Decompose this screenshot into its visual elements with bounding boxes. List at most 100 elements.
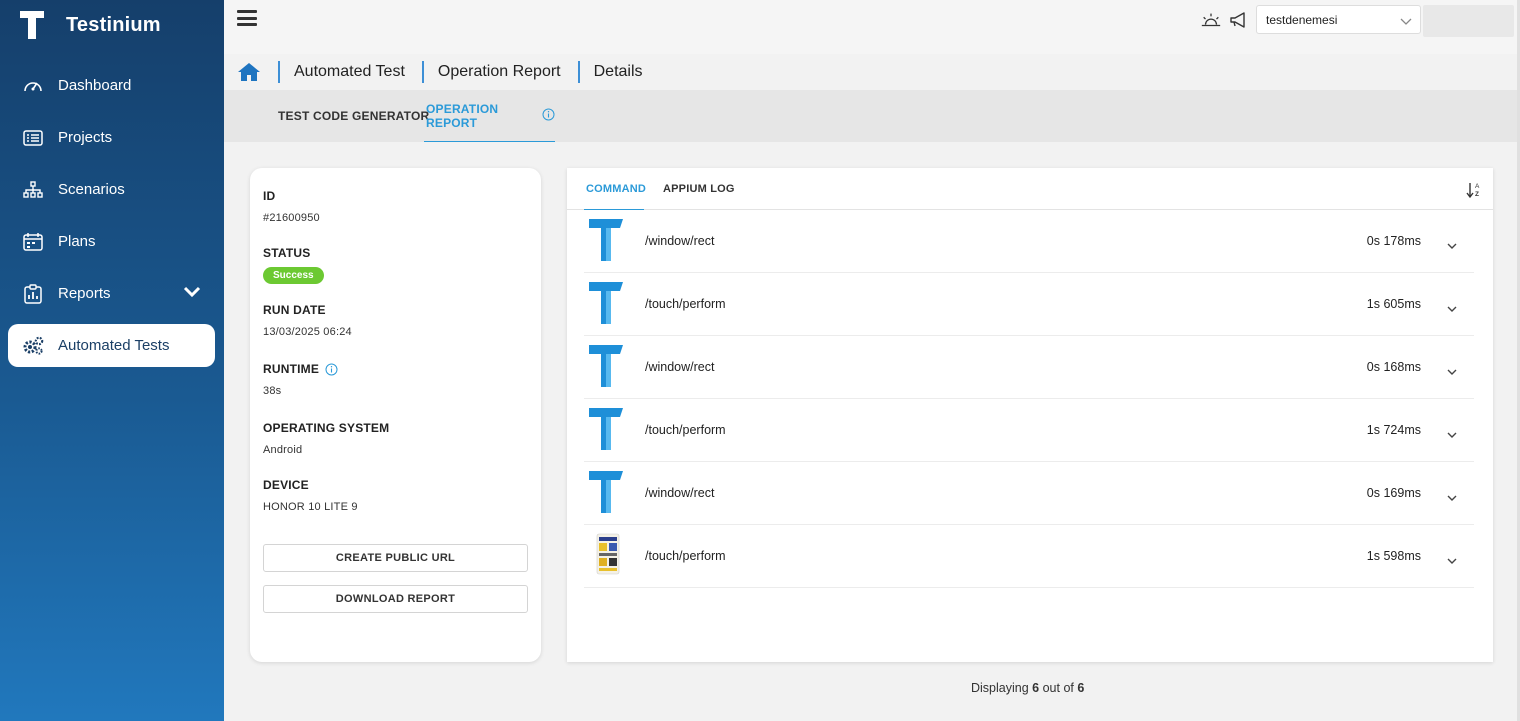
sidebar-item-scenarios[interactable]: Scenarios (8, 168, 215, 211)
testinium-logo-icon (587, 469, 627, 515)
status-badge: Success (263, 267, 324, 284)
download-report-button[interactable]: DOWNLOAD REPORT (263, 585, 528, 613)
sidebar-item-plans[interactable]: Plans (8, 220, 215, 263)
breadcrumb-automated-test[interactable]: Automated Test (294, 63, 405, 81)
breadcrumb-separator (421, 61, 424, 83)
testinium-logo-icon (20, 11, 46, 39)
dashboard-icon (22, 75, 44, 97)
command-panel: COMMAND APPIUM LOG AZ /window/rect 0s 17… (567, 168, 1493, 662)
chevron-down-icon[interactable] (1447, 237, 1457, 255)
count-total: 6 (1077, 681, 1085, 695)
sidebar-item-projects[interactable]: Projects (8, 116, 215, 159)
tab-appium-log[interactable]: APPIUM LOG (663, 168, 735, 210)
os-value: Android (263, 444, 303, 456)
count-middle: out of (1042, 681, 1074, 695)
pagination-count: Displaying 6 out of 6 (971, 681, 1084, 695)
command-duration: 1s 605ms (1366, 297, 1421, 311)
announcements-icon[interactable] (1228, 10, 1250, 30)
testinium-logo-icon (587, 406, 627, 452)
sidebar-item-label: Automated Tests (58, 337, 170, 354)
tab-command[interactable]: COMMAND (584, 168, 646, 210)
command-duration: 0s 169ms (1366, 486, 1421, 500)
command-row[interactable]: /window/rect 0s 169ms (584, 462, 1474, 525)
chevron-down-icon[interactable] (1447, 489, 1457, 507)
topbar: testdenemesi (224, 0, 1520, 54)
chevron-down-icon[interactable] (183, 285, 201, 302)
info-icon[interactable] (542, 108, 555, 124)
command-duration: 1s 598ms (1366, 549, 1421, 563)
sidebar-item-label: Plans (58, 233, 96, 250)
sidebar-item-automated-tests[interactable]: Automated Tests (8, 324, 215, 367)
field-label: RUNTIME (263, 362, 320, 376)
run-date-field: RUN DATE 13/03/2025 06:24 (263, 303, 352, 338)
status-field: STATUS Success (263, 246, 324, 284)
chevron-down-icon[interactable] (1447, 363, 1457, 381)
tab-label: OPERATION REPORT (426, 101, 499, 130)
count-shown: 6 (1032, 681, 1040, 695)
field-label: OPERATING SYSTEM (263, 421, 390, 435)
project-select-value: testdenemesi (1266, 13, 1338, 27)
sidebar-item-label: Projects (58, 129, 113, 146)
command-duration: 1s 724ms (1366, 423, 1421, 437)
command-name: /window/rect (645, 234, 715, 248)
field-label: ID (263, 189, 276, 203)
app-screenshot-thumbnail[interactable] (587, 532, 627, 578)
plans-icon (22, 231, 44, 253)
command-name: /touch/perform (645, 297, 726, 311)
field-label: RUN DATE (263, 303, 326, 317)
svg-text:Z: Z (1475, 191, 1479, 198)
command-row[interactable]: /window/rect 0s 178ms (584, 210, 1474, 273)
theme-toggle-icon[interactable] (1200, 10, 1222, 30)
command-name: /touch/perform (645, 423, 726, 437)
breadcrumb-separator (278, 61, 280, 83)
reports-icon (22, 283, 44, 305)
field-label: STATUS (263, 246, 311, 260)
tab-operation-report[interactable]: OPERATION REPORT (424, 90, 555, 142)
chevron-down-icon[interactable] (1447, 300, 1457, 318)
app-name: Testinium (66, 13, 161, 36)
brand[interactable]: Testinium (20, 10, 161, 40)
command-duration: 0s 178ms (1366, 234, 1421, 248)
sidebar-nav: Dashboard Projects Scenarios Plans Repor… (8, 64, 215, 376)
sidebar-item-label: Dashboard (58, 77, 132, 94)
testinium-logo-icon (587, 343, 627, 389)
command-duration: 0s 168ms (1366, 360, 1421, 374)
device-value: HONOR 10 LITE 9 (263, 501, 358, 513)
hamburger-menu-icon[interactable] (237, 10, 257, 28)
id-value: #21600950 (263, 212, 320, 224)
breadcrumb-operation-report[interactable]: Operation Report (438, 63, 561, 81)
project-select[interactable]: testdenemesi (1256, 5, 1421, 34)
sidebar-item-reports[interactable]: Reports (8, 272, 215, 315)
breadcrumb-details: Details (593, 63, 643, 80)
scenarios-icon (22, 179, 44, 201)
sidebar-item-dashboard[interactable]: Dashboard (8, 64, 215, 107)
user-menu[interactable] (1423, 5, 1514, 37)
chevron-down-icon[interactable] (1447, 552, 1457, 570)
tab-test-code-generator[interactable]: TEST CODE GENERATOR (278, 90, 429, 142)
command-row[interactable]: /touch/perform 1s 598ms (584, 525, 1474, 588)
projects-icon (22, 127, 44, 149)
home-icon[interactable] (237, 61, 261, 83)
chevron-down-icon (1400, 15, 1412, 29)
command-name: /window/rect (645, 486, 715, 500)
testinium-logo-icon (587, 280, 627, 326)
top-icons (1200, 10, 1250, 30)
breadcrumb-separator (577, 61, 580, 83)
command-row[interactable]: /window/rect 0s 168ms (584, 336, 1474, 399)
chevron-down-icon[interactable] (1447, 426, 1457, 444)
command-row[interactable]: /touch/perform 1s 724ms (584, 399, 1474, 462)
runtime-field: RUNTIME 38s (263, 362, 338, 397)
run-date-value: 13/03/2025 06:24 (263, 326, 352, 338)
os-field: OPERATING SYSTEM Android (263, 421, 389, 456)
sidebar-item-label: Scenarios (58, 181, 125, 198)
runtime-value: 38s (263, 385, 282, 397)
device-field: DEVICE HONOR 10 LITE 9 (263, 478, 358, 513)
info-icon[interactable] (325, 363, 338, 376)
command-name: /touch/perform (645, 549, 726, 563)
id-field: ID #21600950 (263, 189, 320, 224)
svg-text:A: A (1475, 183, 1480, 190)
create-public-url-button[interactable]: CREATE PUBLIC URL (263, 544, 528, 572)
sidebar: Testinium Dashboard Projects Scenarios P… (0, 0, 224, 721)
command-row[interactable]: /touch/perform 1s 605ms (584, 273, 1474, 336)
sort-az-icon[interactable]: AZ (1466, 181, 1482, 199)
